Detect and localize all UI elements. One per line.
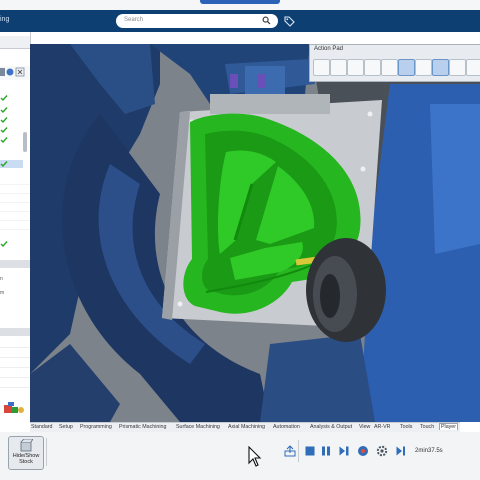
tab-player[interactable]: Player [439,423,459,430]
step-forward-icon[interactable] [338,445,350,457]
active-window-tab[interactable] [200,0,280,4]
pause-icon[interactable] [320,445,332,457]
done-check-icon [0,117,8,124]
more-tools-icon[interactable] [466,59,480,76]
tree-toolbar-icons[interactable] [0,66,30,78]
shaded-view-icon[interactable] [313,59,330,76]
tab-automation[interactable]: Automation [273,424,300,430]
tab-touch[interactable]: Touch [420,424,434,430]
toolbar-separator [46,438,47,466]
measure-icon[interactable] [449,59,466,76]
machine-view-icon[interactable] [381,59,398,76]
stop-icon[interactable] [304,445,316,457]
compass-icon[interactable] [2,402,26,416]
tab-view[interactable]: View [359,424,370,430]
done-check-icon [0,127,8,134]
tree-panel-header [0,36,30,49]
specification-tree-panel: n m [0,32,31,422]
mouse-cursor-icon [248,446,262,467]
globe-icon[interactable] [357,445,369,457]
3d-viewport[interactable] [30,44,480,422]
skip-end-icon[interactable] [395,445,407,457]
tab-axial-machining[interactable]: Axial Machining [228,424,265,430]
action-pad-panel: Action Pad [309,44,480,82]
toolbar-separator [298,440,299,462]
panel-section-header [0,260,30,268]
tab-analysis-output[interactable]: Analysis & Output [310,424,352,430]
panel-row-text: n [0,276,3,282]
tab-setup[interactable]: Setup [59,424,73,430]
stock-view-icon[interactable] [364,59,381,76]
panel-section-header [0,328,30,336]
done-check-icon [0,137,8,144]
tree-toolbar [0,66,30,80]
panel-row-text: m [0,290,5,296]
player-toolbar [0,432,480,480]
tree-scrollbar[interactable] [23,132,27,152]
tree-rows[interactable] [0,176,30,236]
machine-blue-face [430,104,480,254]
tool-path-icon[interactable] [330,59,347,76]
export-icon[interactable] [284,445,296,457]
action-pad-title: Action Pad [314,46,344,52]
search-icon[interactable] [262,16,271,25]
collision-view-icon[interactable] [432,59,449,76]
fixture-view-icon[interactable] [415,59,432,76]
part-view-icon[interactable] [347,59,364,76]
done-check-icon [0,161,8,168]
done-check-icon [0,241,8,248]
tab-tools[interactable]: Tools [400,424,412,430]
panel-rows[interactable] [0,338,30,388]
tab-prismatic-machining[interactable]: Prismatic Machining [119,424,166,430]
app-brand-fragment: ing [0,16,10,23]
clamp-part [258,74,266,88]
window-top-strip [0,0,480,10]
clamp-part [230,74,238,88]
fixture-top-rail [210,94,330,114]
tab-standard[interactable]: Standard [31,424,53,430]
hide-show-stock-label: Hide/Show Stock [9,453,43,465]
machine-base-right [260,334,375,422]
done-check-icon [0,107,8,114]
selected-tree-row[interactable] [0,160,23,168]
stock-icon [20,439,33,452]
simulation-view-icon[interactable] [398,59,415,76]
elapsed-time-readout: 2min37.5s [415,448,443,454]
hide-show-stock-button[interactable]: Hide/Show Stock [8,436,44,470]
gear-icon[interactable] [376,445,388,457]
search-input[interactable]: Search [116,14,278,28]
spindle-bore [320,274,340,318]
tab-ar-vr[interactable]: AR-VR [374,424,390,430]
search-placeholder: Search [124,17,144,23]
tab-surface-machining[interactable]: Surface Machining [176,424,220,430]
done-check-icon [0,95,8,102]
hide-show-label-line2: Stock [19,459,33,465]
tab-programming[interactable]: Programming [80,424,112,430]
tag-icon[interactable] [284,16,295,27]
